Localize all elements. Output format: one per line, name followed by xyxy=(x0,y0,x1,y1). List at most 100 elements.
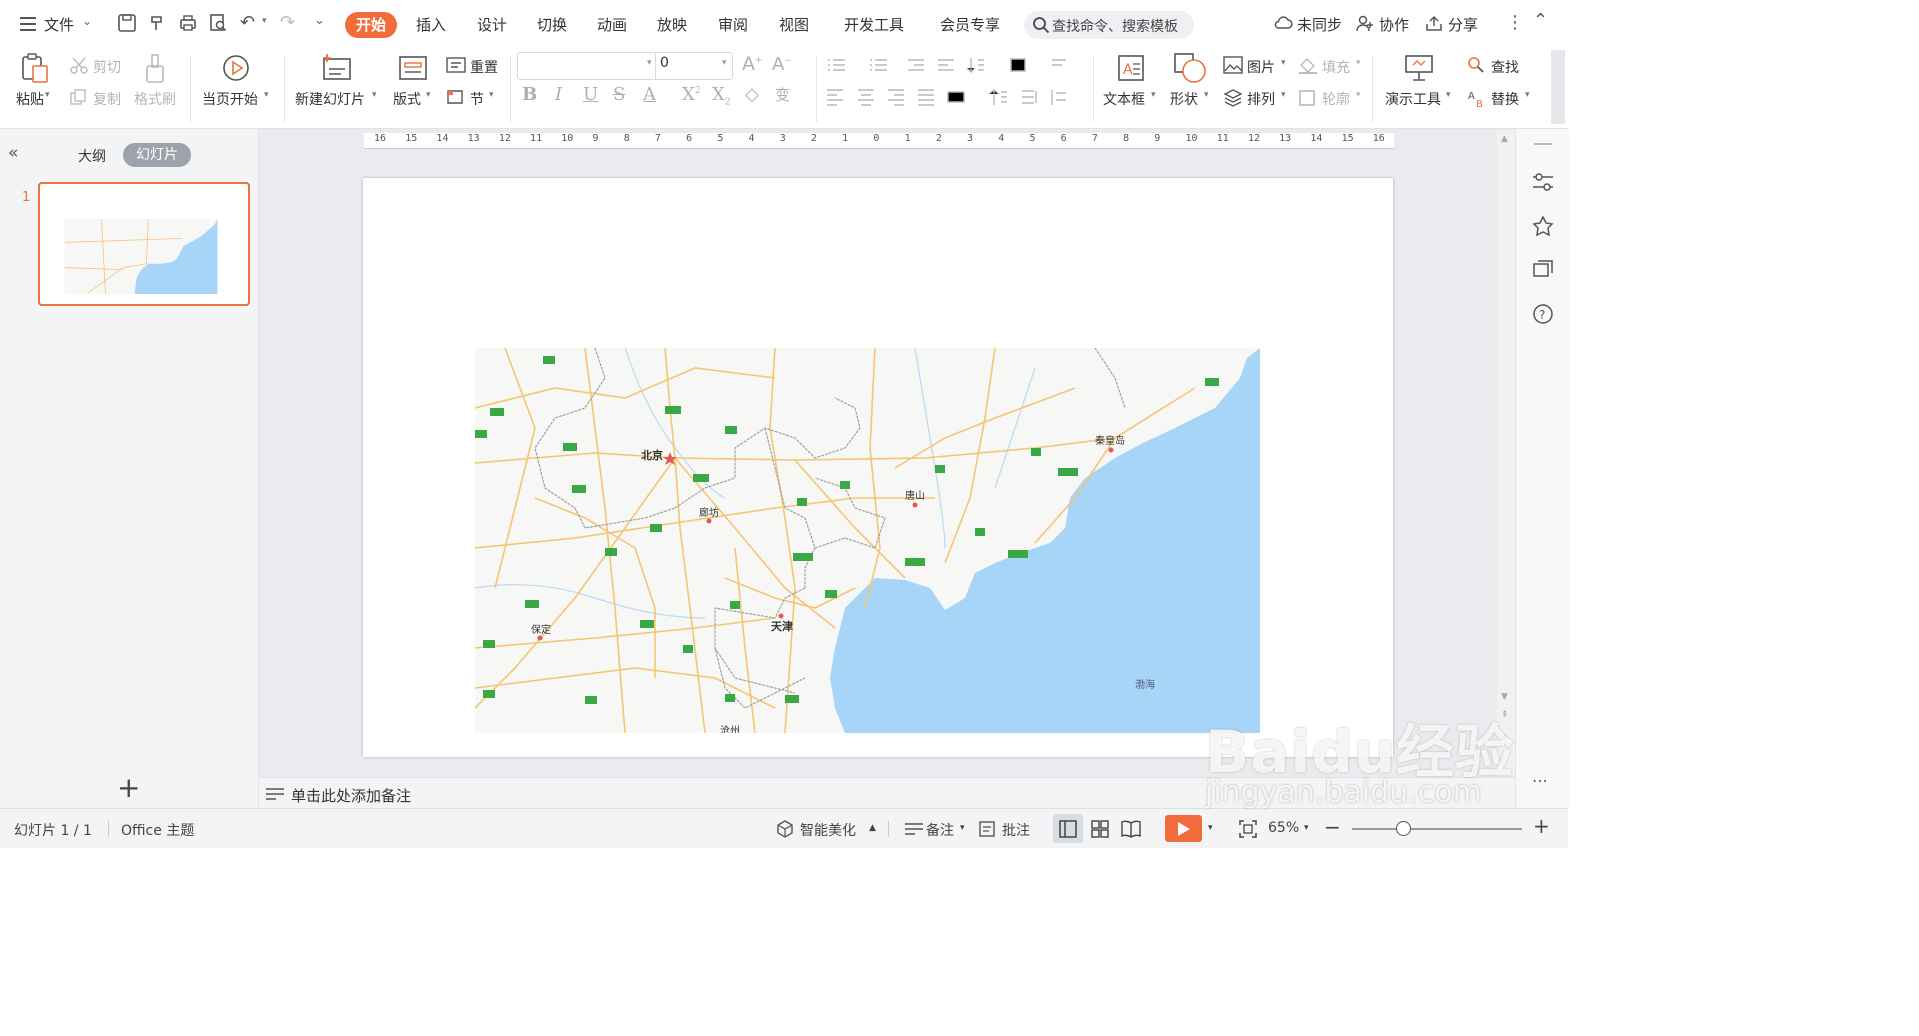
cut-button[interactable]: 剪切 xyxy=(93,57,121,77)
format-painter-quick-icon[interactable] xyxy=(148,13,168,33)
arrange-icon[interactable] xyxy=(1223,88,1243,108)
map-image[interactable]: 北京 天津 廊坊 唐山 秦皇岛 保定 沧州 渤海 xyxy=(475,348,1260,733)
zoom-slider-track[interactable] xyxy=(1352,828,1522,830)
tab-slideshow[interactable]: 放映 xyxy=(657,14,687,35)
presenter-tools-icon[interactable] xyxy=(1404,54,1434,82)
comments-icon[interactable] xyxy=(978,820,996,838)
hamburger-menu-icon[interactable] xyxy=(20,17,36,31)
share-icon[interactable] xyxy=(1425,15,1443,32)
paragraph-align-icons[interactable] xyxy=(826,88,1086,106)
strikethrough-icon[interactable]: S xyxy=(613,84,625,105)
shape-dropdown-icon[interactable]: ▾ xyxy=(1204,90,1209,100)
copy-button[interactable]: 复制 xyxy=(93,89,121,109)
find-icon[interactable] xyxy=(1467,56,1485,74)
undo-icon[interactable]: ↶ xyxy=(240,12,255,33)
bold-icon[interactable]: B xyxy=(522,84,537,105)
zoom-out-button[interactable]: − xyxy=(1324,815,1341,839)
vertical-scrollbar[interactable]: ▲ ▼ ⇞ ⇟ xyxy=(1497,130,1515,776)
picture-icon[interactable] xyxy=(1223,56,1243,74)
tab-member[interactable]: 会员专享 xyxy=(940,14,1000,35)
zoom-slider-thumb[interactable] xyxy=(1396,821,1411,836)
animation-pin-icon[interactable] xyxy=(1532,215,1554,237)
clear-format-icon[interactable]: ◇ xyxy=(745,84,759,105)
find-button[interactable]: 查找 xyxy=(1491,57,1519,77)
textbox-dropdown-icon[interactable]: ▾ xyxy=(1151,90,1156,100)
start-slideshow-button[interactable] xyxy=(1165,815,1202,842)
undo-dropdown-icon[interactable]: ▾ xyxy=(262,16,267,26)
share-button[interactable]: 分享 xyxy=(1448,14,1478,35)
font-family-select[interactable] xyxy=(517,52,733,80)
tab-home[interactable]: 开始 xyxy=(345,12,397,38)
tab-insert[interactable]: 插入 xyxy=(416,14,446,35)
add-slide-button[interactable]: + xyxy=(117,771,140,804)
collaborate-icon[interactable] xyxy=(1356,15,1374,32)
more-options-icon[interactable]: ⋮ xyxy=(1506,12,1524,33)
zoom-in-button[interactable]: + xyxy=(1533,814,1550,838)
new-slide-button[interactable]: 新建幻灯片 xyxy=(295,89,365,109)
redo-icon[interactable]: ↷ xyxy=(280,12,295,33)
font-family-dropdown-icon[interactable]: ▾ xyxy=(647,58,652,68)
shape-icon[interactable] xyxy=(1173,52,1207,84)
tab-view[interactable]: 视图 xyxy=(779,14,809,35)
outline-button[interactable]: 轮廓 xyxy=(1322,89,1350,109)
presenter-tools-dropdown-icon[interactable]: ▾ xyxy=(1446,90,1451,100)
arrange-dropdown-icon[interactable]: ▾ xyxy=(1281,90,1286,100)
reset-icon[interactable] xyxy=(446,57,466,73)
outline-dropdown-icon[interactable]: ▾ xyxy=(1356,90,1361,100)
presenter-tools-button[interactable]: 演示工具 xyxy=(1385,89,1441,109)
notes-dropdown-icon[interactable]: ▾ xyxy=(960,823,965,833)
fill-button[interactable]: 填充 xyxy=(1322,57,1350,77)
collapse-ribbon-icon[interactable]: ⌃ xyxy=(1533,10,1548,31)
fit-to-window-icon[interactable] xyxy=(1239,820,1257,838)
layout-icon[interactable] xyxy=(398,55,428,81)
tab-design[interactable]: 设计 xyxy=(477,14,507,35)
chevron-down-icon[interactable]: ⌄ xyxy=(82,14,92,28)
play-from-current-icon[interactable] xyxy=(221,53,251,83)
help-icon[interactable]: ? xyxy=(1532,303,1554,325)
save-icon[interactable] xyxy=(117,13,137,33)
tab-animations[interactable]: 动画 xyxy=(597,14,627,35)
grow-font-icon[interactable]: A+ xyxy=(742,53,763,75)
collaborate-button[interactable]: 协作 xyxy=(1379,14,1409,35)
properties-icon[interactable] xyxy=(1532,172,1554,192)
paste-dropdown-icon[interactable]: ▾ xyxy=(45,90,50,100)
command-search[interactable]: 查找命令、搜索模板 xyxy=(1024,11,1194,39)
ribbon-scroll[interactable] xyxy=(1551,50,1565,124)
picture-button[interactable]: 图片 xyxy=(1247,57,1275,77)
horizontal-ruler[interactable]: 16 15 14 13 12 11 10 9 8 7 6 5 4 3 2 1 0 1 2 3 4 5 6 7 8 9 10 11 12 1… xyxy=(364,133,1394,149)
tab-review[interactable]: 审阅 xyxy=(718,14,748,35)
slide-sorter-icon[interactable] xyxy=(1091,820,1109,838)
cloud-sync-icon[interactable] xyxy=(1273,15,1293,31)
print-preview-icon[interactable] xyxy=(208,13,228,33)
font-size-select[interactable]: 0 xyxy=(660,55,669,71)
notes-toggle-button[interactable]: 备注 xyxy=(926,820,954,840)
slide-transition-icon[interactable] xyxy=(1532,259,1554,281)
paste-button[interactable]: 粘贴 xyxy=(16,89,44,109)
font-color-icon[interactable]: A xyxy=(643,84,656,105)
zoom-level[interactable]: 65% xyxy=(1268,820,1299,836)
shape-button[interactable]: 形状 xyxy=(1170,89,1198,109)
underline-icon[interactable]: U xyxy=(583,84,598,105)
italic-icon[interactable]: I xyxy=(555,84,562,105)
replace-button[interactable]: 替换 xyxy=(1491,89,1519,109)
play-from-current-button[interactable]: 当页开始 xyxy=(202,89,258,109)
file-menu[interactable]: 文件 xyxy=(44,14,74,35)
slide-thumbnail[interactable] xyxy=(38,182,250,306)
section-icon[interactable] xyxy=(446,89,466,105)
collapse-panel-icon[interactable]: « xyxy=(8,143,18,163)
subscript-icon[interactable]: X2 xyxy=(712,84,731,108)
more-tools-icon[interactable]: ⋯ xyxy=(1532,771,1548,790)
tab-transitions[interactable]: 切换 xyxy=(537,14,567,35)
smart-beautify-arrow-icon[interactable]: ▲ xyxy=(869,823,876,833)
textbox-icon[interactable]: A xyxy=(1117,54,1145,82)
layout-dropdown-icon[interactable]: ▾ xyxy=(426,90,431,100)
section-button[interactable]: 节 xyxy=(470,89,484,109)
reading-view-icon[interactable] xyxy=(1121,820,1141,838)
format-painter-button[interactable]: 格式刷 xyxy=(134,89,176,109)
picture-dropdown-icon[interactable]: ▾ xyxy=(1281,58,1286,68)
new-slide-icon[interactable] xyxy=(321,53,353,81)
tab-slides[interactable]: 幻灯片 xyxy=(123,143,191,167)
notes-toggle-icon[interactable] xyxy=(904,821,924,837)
replace-dropdown-icon[interactable]: ▾ xyxy=(1525,90,1530,100)
new-slide-dropdown-icon[interactable]: ▾ xyxy=(372,90,377,100)
